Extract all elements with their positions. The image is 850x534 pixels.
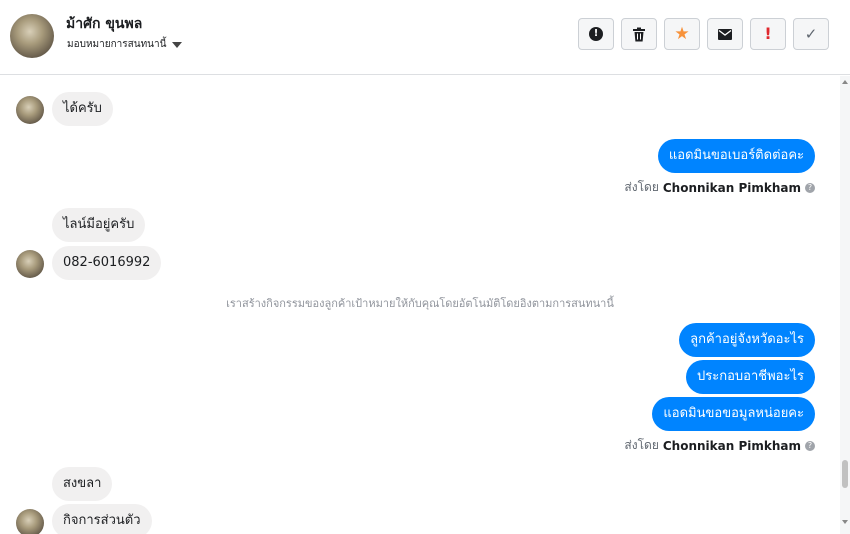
star-icon: ★ bbox=[674, 23, 690, 44]
scroll-up-arrow-icon[interactable] bbox=[842, 80, 848, 84]
alert-circle-icon: ! bbox=[589, 27, 603, 41]
sent-by-label: ส่งโดย Chonnikan Pimkham ? bbox=[624, 436, 815, 455]
mark-unread-button[interactable] bbox=[707, 18, 743, 50]
follow-up-button[interactable]: ! bbox=[750, 18, 786, 50]
question-icon[interactable]: ? bbox=[805, 440, 815, 451]
message-incoming[interactable]: 082-6016992 bbox=[52, 246, 162, 280]
mark-done-button[interactable]: ✓ bbox=[793, 18, 829, 50]
avatar bbox=[16, 509, 44, 534]
question-icon[interactable]: ? bbox=[805, 182, 815, 193]
star-button[interactable]: ★ bbox=[664, 18, 700, 50]
sent-prefix: ส่งโดย bbox=[624, 438, 659, 452]
scroll-thumb[interactable] bbox=[842, 460, 848, 488]
sender-name: Chonnikan Pimkham bbox=[662, 438, 801, 453]
scrollbar[interactable] bbox=[840, 76, 850, 534]
sender-name: Chonnikan Pimkham bbox=[662, 180, 801, 195]
sent-by-label: ส่งโดย Chonnikan Pimkham ? bbox=[624, 178, 815, 197]
message-incoming[interactable]: กิจการส่วนตัว bbox=[52, 504, 152, 534]
message-outgoing[interactable]: ลูกค้าอยู่จังหวัดอะไร bbox=[679, 323, 815, 357]
check-icon: ✓ bbox=[804, 24, 818, 43]
conversation-header: ม้าศัก ขุนพล มอบหมายการสนทนานี้ ! ★ ! ✓ bbox=[0, 0, 850, 75]
avatar[interactable] bbox=[10, 14, 54, 58]
message-outgoing[interactable]: ประกอบอาชีพอะไร bbox=[686, 360, 815, 394]
assign-label: มอบหมายการสนทนานี้ bbox=[67, 39, 167, 50]
envelope-icon bbox=[718, 28, 732, 40]
message-outgoing[interactable]: แอดมินขอขอมูลหน่อยคะ bbox=[652, 397, 815, 431]
avatar bbox=[16, 96, 44, 124]
mark-spam-button[interactable]: ! bbox=[578, 18, 614, 50]
scroll-down-arrow-icon[interactable] bbox=[842, 520, 848, 524]
message-incoming[interactable]: ไลน์มีอยู่ครับ bbox=[52, 208, 146, 242]
message-incoming[interactable]: ได้ครับ bbox=[52, 92, 113, 126]
assign-conversation-dropdown[interactable]: มอบหมายการสนทนานี้ bbox=[67, 37, 183, 52]
caret-down-icon bbox=[172, 41, 183, 48]
message-outgoing[interactable]: แอดมินขอเบอร์ติดต่อคะ bbox=[657, 139, 815, 173]
message-thread: ได้ครับ แอดมินขอเบอร์ติดต่อคะ ส่งโดย Cho… bbox=[0, 76, 840, 534]
avatar bbox=[16, 250, 44, 278]
contact-name[interactable]: ม้าศัก ขุนพล bbox=[66, 13, 142, 35]
trash-icon bbox=[633, 27, 645, 41]
system-notice: เราสร้างกิจกรรมของลูกค้าเป้าหมายให้กับคุ… bbox=[226, 297, 614, 310]
sent-prefix: ส่งโดย bbox=[624, 180, 659, 194]
message-incoming[interactable]: สงขลา bbox=[52, 467, 113, 501]
exclamation-icon: ! bbox=[764, 24, 772, 43]
delete-button[interactable] bbox=[621, 18, 657, 50]
